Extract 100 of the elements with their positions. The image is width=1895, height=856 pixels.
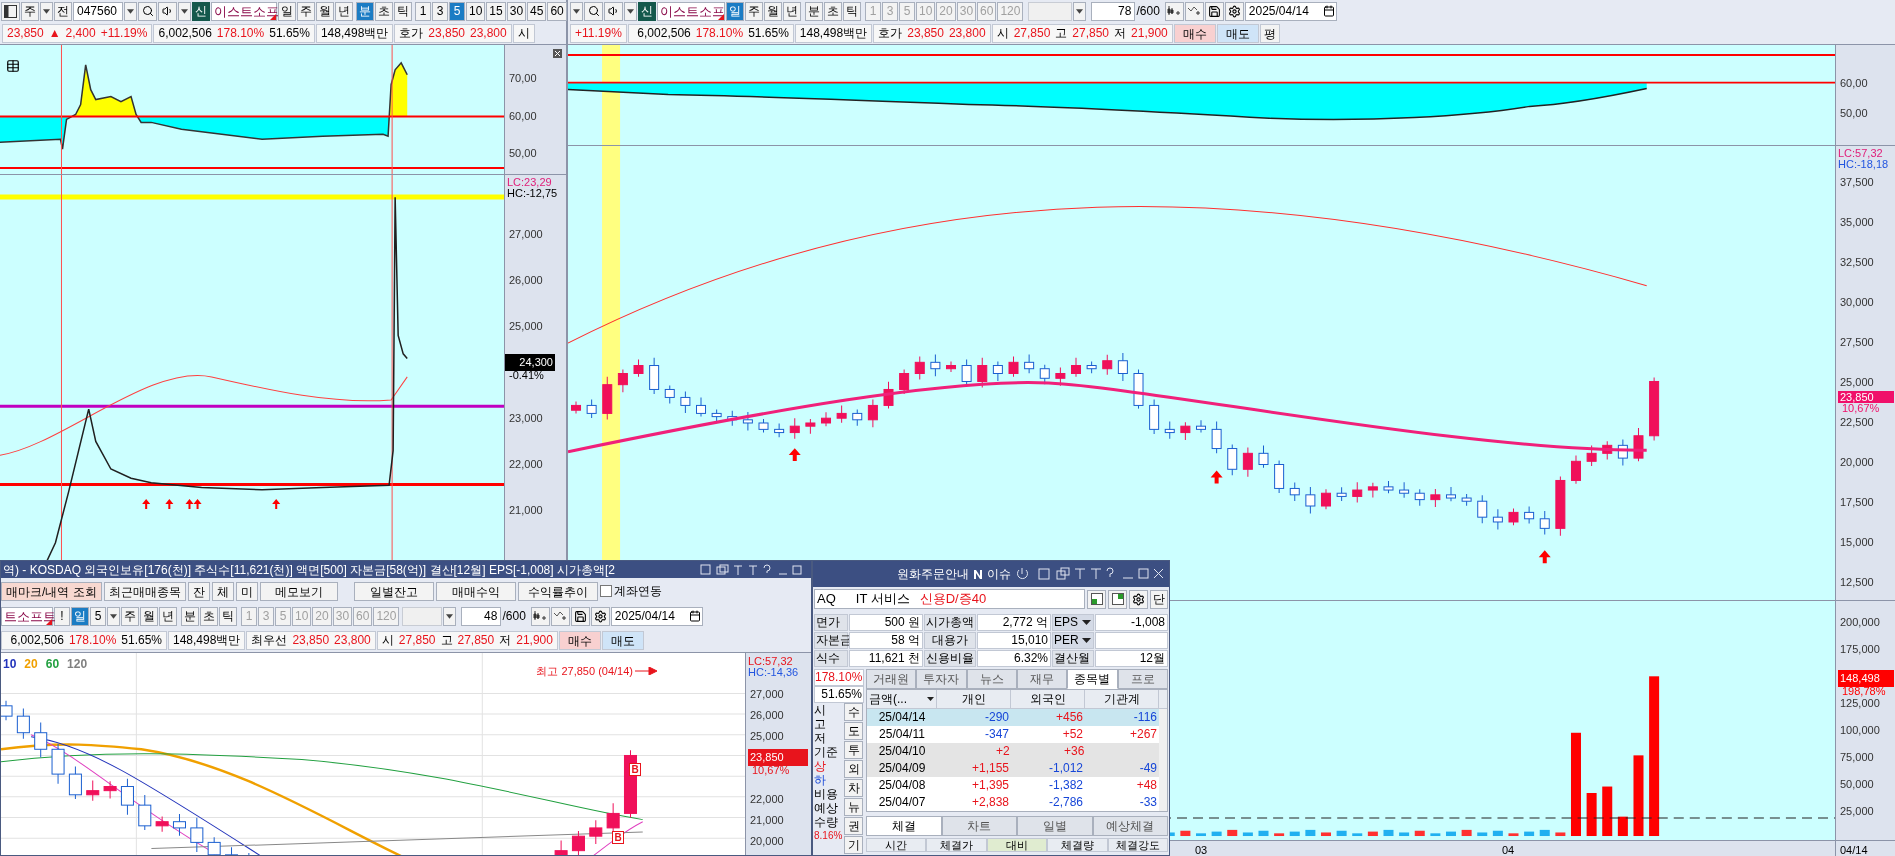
sell-button[interactable]: 매도	[601, 630, 644, 650]
ratio-text: 178.10%	[216, 25, 265, 42]
date-field[interactable]: 2025/04/14	[610, 606, 703, 626]
interval-button[interactable]: 3	[432, 1, 448, 21]
buy-button[interactable]: 매수	[558, 630, 601, 650]
toolbar-button[interactable]: 최근매매종목	[103, 581, 186, 601]
table-row[interactable]: 25/04/10 +2 +36	[867, 743, 1167, 760]
period-button[interactable]: 월	[140, 606, 158, 626]
period-button[interactable]: 주	[121, 606, 139, 626]
period-button[interactable]: 초	[824, 1, 842, 21]
tab[interactable]: 체결	[866, 816, 942, 836]
tab[interactable]: 재무	[1017, 669, 1068, 689]
period-button[interactable]: 일	[278, 1, 296, 21]
period-button[interactable]: 초	[200, 606, 218, 626]
axis-label: 200,000	[1840, 617, 1880, 628]
lc-label: LC:57,32	[748, 654, 793, 668]
interval-button[interactable]: 15	[486, 1, 506, 21]
toolbar-button[interactable]: 미	[235, 581, 258, 601]
tab[interactable]: 투자자	[916, 669, 967, 689]
period-button[interactable]: 년	[159, 606, 177, 626]
period-button[interactable]: 일	[726, 1, 744, 21]
stock-name-field[interactable]: 이스트소프	[657, 1, 725, 21]
side-button[interactable]: 뉴	[844, 798, 863, 816]
prev-button[interactable]: 전	[54, 1, 72, 21]
code-field[interactable]: 047560	[73, 1, 123, 21]
period-button[interactable]: 분	[805, 1, 823, 21]
ratio-text: 51.65%	[121, 632, 162, 649]
tab[interactable]: 거래원	[866, 669, 917, 689]
period-button[interactable]: 틱	[843, 1, 861, 21]
axis-label: 20,000	[1840, 457, 1874, 468]
tab[interactable]: 일별	[1017, 816, 1093, 836]
axis-label: 50,000	[1840, 779, 1874, 790]
tab[interactable]: 예상체결	[1092, 816, 1168, 836]
side-button[interactable]: 수	[844, 703, 863, 721]
table-row[interactable]: 25/04/09 +1,155 -1,012 -49	[867, 760, 1167, 777]
axis-label: 60,00	[1840, 78, 1868, 89]
toolbar-button[interactable]: 매마크/내역 조회	[1, 581, 102, 601]
extra-button[interactable]: 평	[1259, 23, 1280, 43]
toolbar-button[interactable]: 매매수익	[435, 581, 516, 601]
toolbar-button[interactable]: 수익률추이	[517, 581, 598, 601]
count-field[interactable]: 48	[461, 606, 502, 626]
field-label-box[interactable]: PER	[1052, 632, 1094, 649]
toolbar-button[interactable]: 잔	[187, 581, 210, 601]
legend-label: 20	[24, 656, 38, 673]
date-field[interactable]: 2025/04/14	[1244, 1, 1337, 21]
period-button[interactable]: 일	[71, 606, 89, 626]
legend-label: 60	[45, 656, 60, 673]
date-cell-text: 25/04/09	[877, 760, 927, 777]
interval-button[interactable]: 45	[527, 1, 547, 21]
period-button[interactable]: 월	[764, 1, 782, 21]
market-button[interactable]: 주	[21, 1, 39, 21]
bid-text: 23,800	[948, 25, 986, 42]
period-button[interactable]: 틱	[394, 1, 412, 21]
period-button[interactable]: 분	[181, 606, 199, 626]
tab[interactable]: 차트	[941, 816, 1017, 836]
period-button[interactable]: 월	[316, 1, 334, 21]
side-button[interactable]: 권	[844, 817, 863, 835]
field-label-box[interactable]: EPS	[1052, 614, 1094, 631]
date-cell-text: 25/04/10	[877, 743, 927, 760]
axis-label: 32,500	[1840, 257, 1874, 268]
interval-button[interactable]: 5	[449, 1, 465, 21]
axis-label: 27,000	[750, 689, 784, 700]
side-button[interactable]: 투	[844, 741, 863, 759]
buy-button[interactable]: 매수	[1173, 23, 1216, 43]
table-row[interactable]: 25/04/14 -290 +456 -116	[867, 709, 1167, 726]
field-label: 면가	[814, 614, 848, 631]
side-button[interactable]: 도	[844, 722, 863, 740]
date-cell-text: 25/04/11	[878, 726, 926, 743]
low-text: 21,900	[1131, 25, 1168, 42]
stock-name-field[interactable]: 트소프트	[1, 606, 53, 626]
sell-button[interactable]: 매도	[1216, 23, 1259, 43]
tab[interactable]: 뉴스	[966, 669, 1017, 689]
period-button[interactable]: 주	[745, 1, 763, 21]
toolbar-button[interactable]: 메모보기	[259, 581, 338, 601]
interval-button[interactable]: 1	[415, 1, 431, 21]
side-button[interactable]: 기	[844, 836, 863, 854]
alert-button[interactable]: !	[54, 606, 70, 626]
side-button[interactable]: 차	[844, 779, 863, 797]
tab[interactable]: 프로	[1117, 669, 1168, 689]
period-button[interactable]: 분	[356, 1, 374, 21]
stock-name-field[interactable]: 이스트소프	[211, 1, 277, 21]
table-cell-text: -33	[1138, 794, 1158, 811]
period-button[interactable]: 년	[335, 1, 353, 21]
sector-text: IT 서비스	[855, 590, 910, 609]
period-button[interactable]: 초	[375, 1, 393, 21]
account-link-checkbox[interactable]: 계좌연동	[599, 582, 662, 600]
period-button[interactable]: 주	[297, 1, 315, 21]
tab[interactable]: 종목별	[1067, 669, 1118, 689]
unit-button[interactable]: 단	[1150, 589, 1168, 609]
toolbar-button[interactable]: 체	[211, 581, 234, 601]
count-field[interactable]: 78	[1091, 1, 1136, 21]
interval-button[interactable]: 60	[547, 1, 567, 21]
period-button[interactable]: 년	[783, 1, 801, 21]
ratio-text: 51.65%	[748, 25, 789, 42]
toolbar-button[interactable]: 일별잔고	[353, 581, 434, 601]
period-button[interactable]: 틱	[219, 606, 237, 626]
interval-button[interactable]: 10	[466, 1, 486, 21]
side-button[interactable]: 외	[844, 760, 863, 778]
interval-button[interactable]: 30	[506, 1, 527, 21]
interval-select[interactable]: 5	[90, 606, 106, 626]
